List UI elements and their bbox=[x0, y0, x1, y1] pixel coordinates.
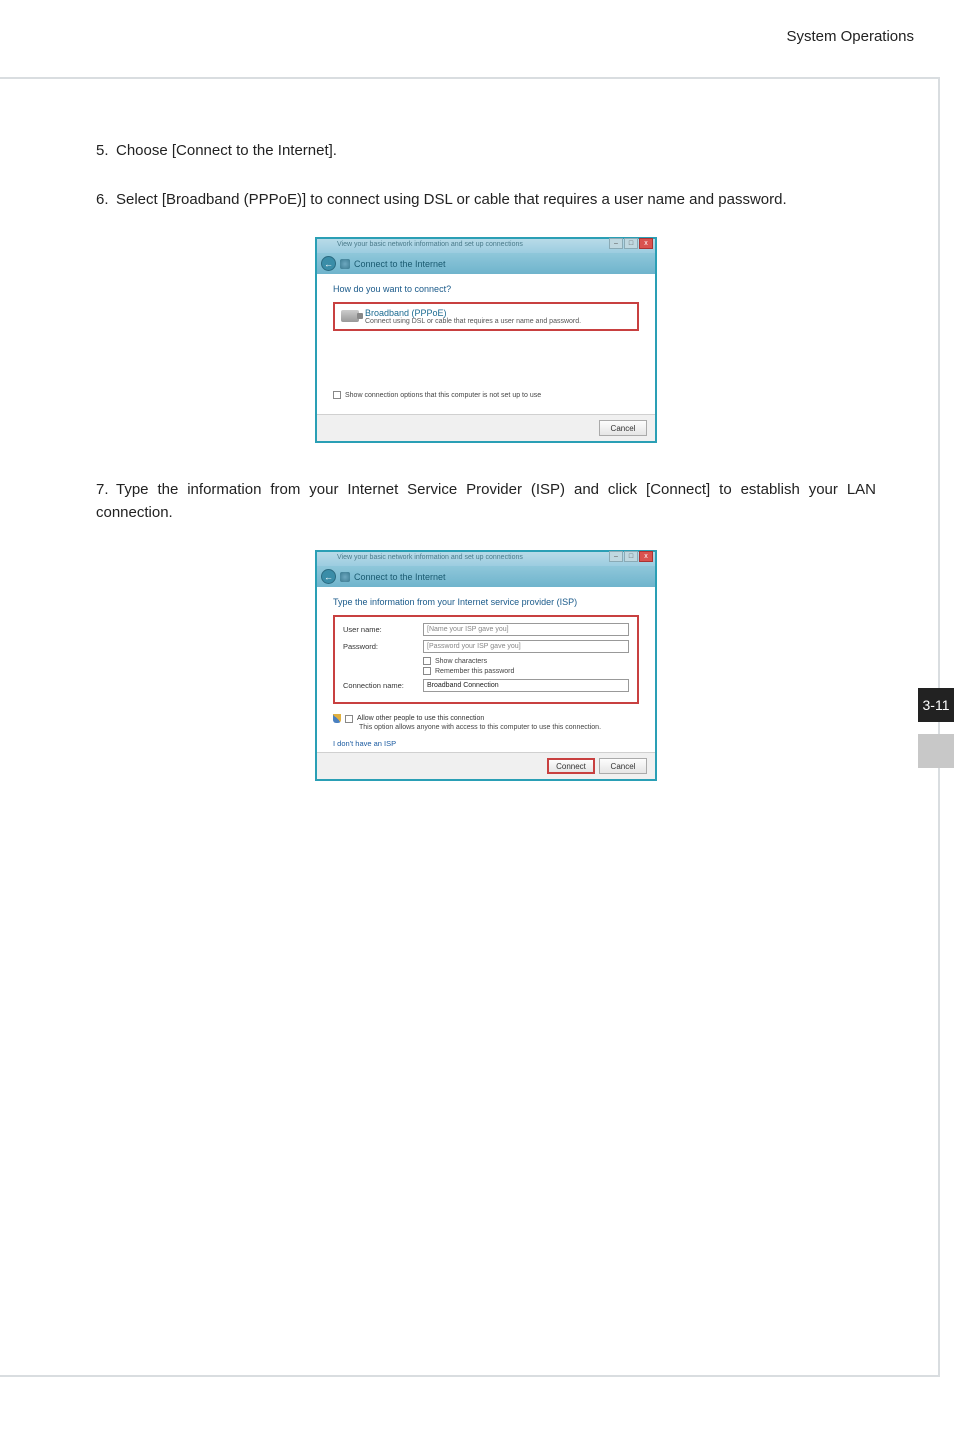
dialog-titlebar: View your basic network information and … bbox=[317, 239, 655, 253]
content-area: 5.Choose [Connect to the Internet]. 6.Se… bbox=[96, 140, 876, 817]
show-chars-row[interactable]: Show characters bbox=[423, 657, 629, 665]
checkbox-icon[interactable] bbox=[423, 657, 431, 665]
dialog-navbar: ← Connect to the Internet bbox=[317, 566, 655, 587]
dialog-isp-info: View your basic network information and … bbox=[315, 550, 657, 781]
section-header: System Operations bbox=[786, 28, 914, 45]
remember-row[interactable]: Remember this password bbox=[423, 667, 629, 675]
cancel-button[interactable]: Cancel bbox=[599, 420, 647, 436]
maximize-button[interactable]: □ bbox=[624, 238, 638, 249]
page-tab-decor bbox=[918, 734, 954, 768]
step-5: 5.Choose [Connect to the Internet]. bbox=[96, 140, 876, 163]
connect-button[interactable]: Connect bbox=[547, 758, 595, 774]
close-button[interactable]: x bbox=[639, 238, 653, 249]
minimize-button[interactable]: – bbox=[609, 551, 623, 562]
navbar-title: Connect to the Internet bbox=[354, 572, 446, 582]
dialog-body: How do you want to connect? Broadband (P… bbox=[317, 274, 655, 414]
page-number-badge: 3-11 bbox=[918, 688, 954, 722]
shield-icon bbox=[333, 714, 341, 723]
dialog-instruction: Type the information from your Internet … bbox=[333, 597, 639, 607]
show-chars-label: Show characters bbox=[435, 658, 487, 665]
dialog-connect-method: View your basic network information and … bbox=[315, 237, 657, 443]
dialog-navbar: ← Connect to the Internet bbox=[317, 253, 655, 274]
maximize-button[interactable]: □ bbox=[624, 551, 638, 562]
username-input[interactable]: [Name your ISP gave you] bbox=[423, 623, 629, 636]
dialog-footer: Connect Cancel bbox=[317, 752, 655, 779]
step-7: 7.Type the information from your Interne… bbox=[96, 479, 876, 524]
checkbox-icon[interactable] bbox=[345, 715, 353, 723]
allow-others-row[interactable]: Allow other people to use this connectio… bbox=[333, 714, 639, 723]
password-input[interactable]: [Password your ISP gave you] bbox=[423, 640, 629, 653]
step-text: Select [Broadband (PPPoE)] to connect us… bbox=[116, 191, 787, 208]
modem-icon bbox=[341, 310, 359, 322]
connname-input[interactable]: Broadband Connection bbox=[423, 679, 629, 692]
username-label: User name: bbox=[343, 625, 423, 634]
back-icon[interactable]: ← bbox=[321, 569, 336, 584]
option-title: Broadband (PPPoE) bbox=[365, 308, 581, 318]
connname-label: Connection name: bbox=[343, 681, 423, 690]
cancel-button[interactable]: Cancel bbox=[599, 758, 647, 774]
screenshot-1: View your basic network information and … bbox=[96, 237, 876, 443]
checkbox-icon[interactable] bbox=[333, 391, 341, 399]
screenshot-2: View your basic network information and … bbox=[96, 550, 876, 781]
close-button[interactable]: x bbox=[639, 551, 653, 562]
option-description: Connect using DSL or cable that requires… bbox=[365, 318, 581, 325]
dialog-titlebar: View your basic network information and … bbox=[317, 552, 655, 566]
show-options-row[interactable]: Show connection options that this comput… bbox=[333, 391, 639, 399]
back-icon[interactable]: ← bbox=[321, 256, 336, 271]
dialog-footer: Cancel bbox=[317, 414, 655, 441]
show-options-label: Show connection options that this comput… bbox=[345, 392, 541, 399]
step-number: 6. bbox=[96, 189, 116, 212]
step-6: 6.Select [Broadband (PPPoE)] to connect … bbox=[96, 189, 876, 212]
titlebar-hint: View your basic network information and … bbox=[337, 241, 523, 248]
globe-icon bbox=[340, 572, 350, 582]
globe-icon bbox=[340, 259, 350, 269]
navbar-title: Connect to the Internet bbox=[354, 259, 446, 269]
window-buttons: – □ x bbox=[609, 238, 653, 249]
window-buttons: – □ x bbox=[609, 551, 653, 562]
minimize-button[interactable]: – bbox=[609, 238, 623, 249]
allow-others-desc: This option allows anyone with access to… bbox=[359, 724, 639, 731]
step-number: 5. bbox=[96, 140, 116, 163]
broadband-option[interactable]: Broadband (PPPoE) Connect using DSL or c… bbox=[333, 302, 639, 331]
no-isp-link[interactable]: I don't have an ISP bbox=[333, 739, 639, 748]
remember-label: Remember this password bbox=[435, 668, 514, 675]
checkbox-icon[interactable] bbox=[423, 667, 431, 675]
password-row: Password: [Password your ISP gave you] bbox=[343, 640, 629, 653]
allow-others-label: Allow other people to use this connectio… bbox=[357, 715, 484, 722]
isp-form: User name: [Name your ISP gave you] Pass… bbox=[333, 615, 639, 704]
titlebar-hint: View your basic network information and … bbox=[337, 554, 523, 561]
step-number: 7. bbox=[96, 479, 116, 502]
dialog-instruction: How do you want to connect? bbox=[333, 284, 639, 294]
connname-row: Connection name: Broadband Connection bbox=[343, 679, 629, 692]
dialog-body: Type the information from your Internet … bbox=[317, 587, 655, 752]
step-text: Type the information from your Internet … bbox=[96, 481, 876, 521]
username-row: User name: [Name your ISP gave you] bbox=[343, 623, 629, 636]
password-label: Password: bbox=[343, 642, 423, 651]
step-text: Choose [Connect to the Internet]. bbox=[116, 142, 337, 159]
